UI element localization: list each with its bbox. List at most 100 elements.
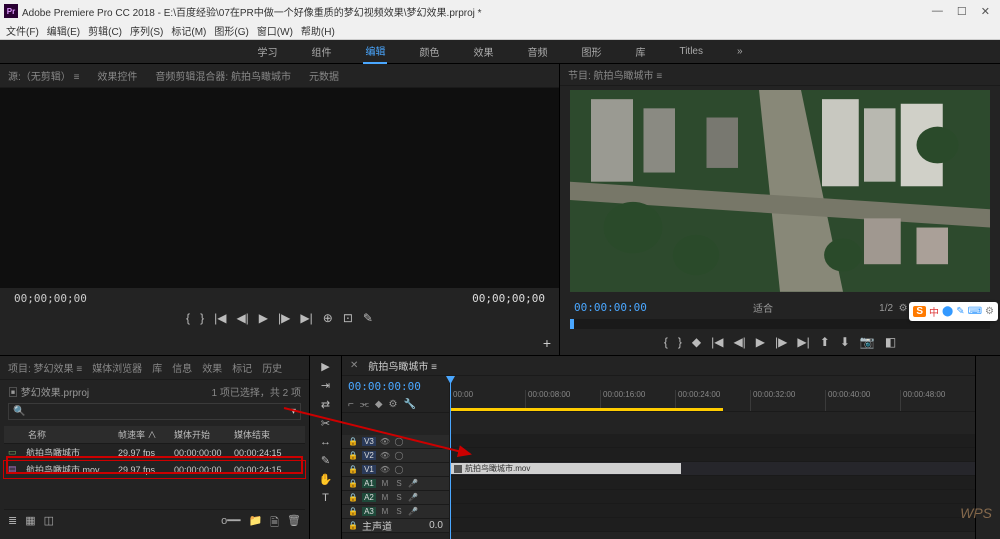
- ime-lang[interactable]: 中: [929, 304, 939, 319]
- timeline-clip[interactable]: 航拍鸟瞰城市.mov: [450, 463, 681, 474]
- slip-tool[interactable]: ↔: [320, 436, 331, 448]
- prog-step-fwd[interactable]: |▶: [775, 335, 787, 349]
- prog-step-back[interactable]: ◀|: [733, 335, 745, 349]
- tab-library[interactable]: 库: [152, 360, 162, 375]
- maximize-button[interactable]: ☐: [957, 5, 967, 18]
- timeline-timecode[interactable]: 00:00:00:00: [348, 380, 421, 393]
- track-lane-master[interactable]: [450, 518, 975, 532]
- program-monitor[interactable]: [570, 90, 990, 292]
- prog-mark-out[interactable]: }: [678, 335, 682, 349]
- src-overwrite[interactable]: ⊡: [343, 311, 353, 325]
- track-lane-a1[interactable]: [450, 476, 975, 490]
- type-tool[interactable]: T: [322, 492, 329, 504]
- source-timecode-left[interactable]: 00;00;00;00: [14, 292, 87, 305]
- list-view-icon[interactable]: ≣: [8, 514, 17, 533]
- add-button[interactable]: +: [543, 335, 551, 351]
- track-header-a1[interactable]: 🔒A1MS🎤: [342, 477, 449, 491]
- freeform-view-icon[interactable]: ◫: [44, 514, 54, 533]
- prog-marker[interactable]: ◆: [692, 335, 701, 349]
- playhead[interactable]: [450, 376, 451, 539]
- zoom-slider[interactable]: o━━: [221, 514, 240, 533]
- ws-color[interactable]: 颜色: [417, 40, 441, 63]
- ripple-tool[interactable]: ⇄: [321, 398, 330, 411]
- prog-lift[interactable]: ⬆: [820, 335, 830, 349]
- ws-learn[interactable]: 学习: [255, 40, 279, 63]
- prog-export-frame[interactable]: 📷: [860, 335, 875, 349]
- razor-tool[interactable]: ✂: [321, 417, 330, 430]
- menu-help[interactable]: 帮助(H): [299, 23, 337, 38]
- prog-play[interactable]: ▶: [756, 335, 765, 349]
- menu-window[interactable]: 窗口(W): [255, 23, 295, 38]
- close-button[interactable]: ✕: [981, 5, 990, 18]
- minimize-button[interactable]: —: [932, 5, 943, 18]
- timeline-ruler[interactable]: 00:00 00:00:08:00 00:00:16:00 00:00:24:0…: [450, 390, 975, 412]
- menu-clip[interactable]: 剪辑(C): [86, 23, 124, 38]
- track-lane-v2[interactable]: [450, 448, 975, 462]
- icon-view-icon[interactable]: ▦: [25, 514, 35, 533]
- menu-sequence[interactable]: 序列(S): [128, 23, 165, 38]
- col-media-end[interactable]: 媒体结束: [234, 428, 294, 441]
- track-header-a2[interactable]: 🔒A2MS🎤: [342, 491, 449, 505]
- program-fit-label[interactable]: 适合: [753, 300, 773, 315]
- search-input[interactable]: [29, 406, 287, 417]
- track-lane-a3[interactable]: [450, 504, 975, 518]
- tab-effect-controls[interactable]: 效果控件: [97, 68, 137, 83]
- new-bin-icon[interactable]: 📁: [248, 514, 262, 533]
- track-header-a3[interactable]: 🔒A3MS🎤: [342, 505, 449, 519]
- new-item-icon[interactable]: 🗎: [270, 514, 279, 533]
- ws-effects[interactable]: 效果: [471, 40, 495, 63]
- ime-toolbar[interactable]: S 中 ⬤ ✎ ⌨ ⚙: [909, 302, 998, 321]
- ime-punct[interactable]: ⬤: [942, 306, 953, 317]
- source-monitor[interactable]: [0, 88, 559, 288]
- prog-goto-in[interactable]: |◀: [711, 335, 723, 349]
- program-scale[interactable]: 1/2: [879, 303, 893, 314]
- src-goto-out[interactable]: ▶|: [300, 311, 312, 325]
- ime-softkb[interactable]: ⌨: [968, 306, 982, 317]
- track-lane-a2[interactable]: [450, 490, 975, 504]
- ws-libraries[interactable]: 库: [633, 40, 647, 63]
- prog-goto-out[interactable]: ▶|: [797, 335, 809, 349]
- tab-info[interactable]: 信息: [172, 360, 192, 375]
- tab-media-browser[interactable]: 媒体浏览器: [92, 360, 142, 375]
- ime-settings[interactable]: ⚙: [985, 306, 994, 317]
- ws-graphics[interactable]: 图形: [579, 40, 603, 63]
- selection-tool[interactable]: ▶: [321, 360, 329, 373]
- marker-icon[interactable]: ◆: [375, 399, 383, 410]
- tab-metadata[interactable]: 元数据: [309, 68, 339, 83]
- prog-extract[interactable]: ⬇: [840, 335, 850, 349]
- project-row-clip[interactable]: ▤ 航拍鸟瞰城市.mov 29.97 fps 00:00:00:00 00:00…: [4, 461, 305, 478]
- track-header-v2[interactable]: 🔒V2👁◯: [342, 449, 449, 463]
- tab-source[interactable]: 源:（无剪辑） ≡: [8, 68, 79, 83]
- src-play[interactable]: ▶: [259, 311, 268, 325]
- menu-edit[interactable]: 编辑(E): [45, 23, 82, 38]
- snap-icon[interactable]: ⌐: [348, 399, 354, 410]
- hand-tool[interactable]: ✋: [319, 473, 333, 486]
- src-export-frame[interactable]: ✎: [363, 311, 373, 325]
- tab-audio-mixer[interactable]: 音频剪辑混合器: 航拍鸟瞰城市: [155, 68, 291, 83]
- prog-mark-in[interactable]: {: [664, 335, 668, 349]
- settings-icon[interactable]: ⚙: [899, 303, 908, 314]
- track-select-tool[interactable]: ⇥: [321, 379, 330, 392]
- ws-editing[interactable]: 编辑: [363, 39, 387, 64]
- col-name[interactable]: 名称: [8, 428, 118, 441]
- col-media-start[interactable]: 媒体开始: [174, 428, 234, 441]
- menu-graphics[interactable]: 图形(G): [212, 23, 250, 38]
- src-step-back[interactable]: ◀|: [236, 311, 248, 325]
- ws-audio[interactable]: 音频: [525, 40, 549, 63]
- col-framerate[interactable]: 帧速率 ∧: [118, 428, 174, 441]
- project-search[interactable]: 🔍 ▾: [8, 403, 301, 420]
- menu-marker[interactable]: 标记(M): [169, 23, 208, 38]
- tab-markers[interactable]: 标记: [232, 360, 252, 375]
- track-lane-v3[interactable]: [450, 434, 975, 448]
- track-lane-v1[interactable]: 航拍鸟瞰城市.mov: [450, 462, 975, 476]
- timeline-sequence-tab[interactable]: 航拍鸟瞰城市 ≡: [368, 358, 437, 373]
- clear-icon[interactable]: 🗑: [287, 514, 301, 533]
- pen-tool[interactable]: ✎: [321, 454, 330, 467]
- linked-selection-icon[interactable]: ⫘: [360, 399, 369, 410]
- src-step-fwd[interactable]: |▶: [278, 311, 290, 325]
- tab-history[interactable]: 历史: [262, 360, 282, 375]
- prog-compare[interactable]: ◧: [885, 335, 896, 349]
- tab-project[interactable]: 项目: 梦幻效果 ≡: [8, 360, 82, 375]
- wrench-icon[interactable]: 🔧: [404, 399, 416, 410]
- timeline-cross-icon[interactable]: ✕: [350, 360, 358, 371]
